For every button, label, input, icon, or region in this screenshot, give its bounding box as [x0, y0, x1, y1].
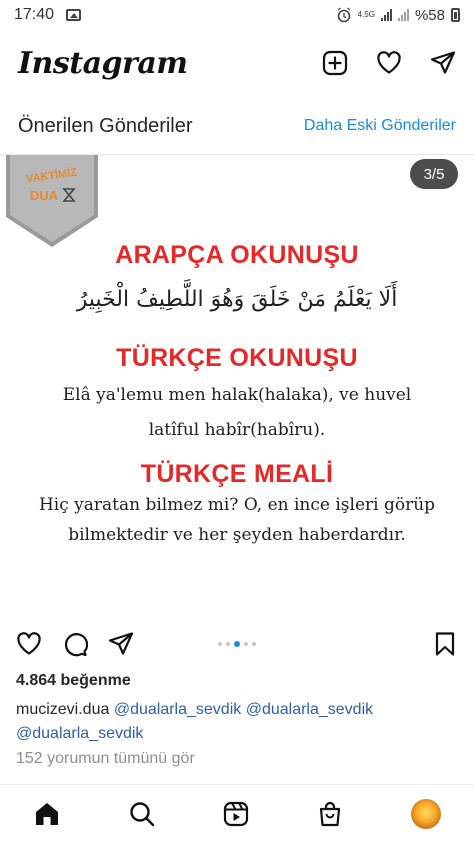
top-actions [322, 50, 456, 76]
post-actions [0, 622, 474, 666]
top-app-bar: Instagram [0, 36, 474, 90]
heading-meal: TÜRKÇE MEALİ [140, 460, 334, 488]
caption-mention[interactable]: @dualarla_sevdik [16, 725, 143, 742]
battery-icon [451, 8, 460, 22]
suggested-posts-header: Önerilen Gönderiler Daha Eski Gönderiler [0, 104, 474, 148]
carousel-dot-active [234, 641, 240, 647]
caption-mention[interactable]: @dualarla_sevdik [114, 701, 241, 718]
search-icon[interactable] [128, 800, 156, 828]
shop-icon[interactable] [316, 800, 344, 828]
meal-line-2: bilmektedir ve her şeyden haberdardır. [68, 525, 406, 545]
older-posts-link[interactable]: Daha Eski Gönderiler [304, 117, 456, 135]
carousel-dot [218, 642, 222, 646]
turkish-line-2: latîful habîr(habîru). [148, 420, 326, 440]
status-indicators: 4.5G %58 [336, 7, 460, 24]
carousel-counter: 3/5 [410, 159, 458, 189]
carousel-dot [226, 642, 230, 646]
network-type: 4.5G [357, 10, 375, 19]
signal-icon-2 [397, 9, 409, 21]
battery-percent: %58 [414, 6, 445, 24]
status-bar: 17:40 4.5G %58 [0, 0, 474, 30]
direct-message-icon[interactable] [430, 50, 456, 76]
heading-turkish: TÜRKÇE OKUNUŞU [116, 344, 358, 372]
vaktimiz-dua-logo: VAKTİMİZ DUA [6, 155, 98, 247]
status-time: 17:40 [14, 6, 55, 23]
arabic-text: أَلَا يَعْلَمُ مَنْ خَلَقَ وَهُوَ اللَّط… [76, 287, 398, 312]
save-icon[interactable] [432, 631, 458, 657]
caption-mention[interactable]: @dualarla_sevdik [246, 701, 373, 718]
comment-icon[interactable] [62, 631, 88, 657]
svg-text:DUA: DUA [30, 188, 59, 203]
profile-avatar[interactable] [410, 798, 441, 829]
gallery-icon [66, 9, 82, 21]
heading-arabic: ARAPÇA OKUNUŞU [115, 241, 359, 269]
post-actions-left [16, 631, 134, 657]
view-all-comments-link[interactable]: 152 yorumun tümünü gör [16, 750, 195, 768]
heart-icon[interactable] [376, 50, 402, 76]
like-icon[interactable] [16, 631, 42, 657]
instagram-logo[interactable]: Instagram [18, 46, 188, 81]
turkish-line-1: Elâ ya'lemu men halak(halaka), ve huvel [62, 385, 412, 405]
home-icon[interactable] [33, 800, 61, 828]
section-title: Önerilen Gönderiler [18, 114, 193, 137]
bottom-navigation [0, 784, 474, 842]
caption-username[interactable]: mucizevi.dua [16, 701, 109, 718]
signal-icon [380, 9, 392, 21]
likes-count[interactable]: 4.864 beğenme [16, 672, 131, 690]
carousel-dot [252, 642, 256, 646]
share-icon[interactable] [108, 631, 134, 657]
new-post-icon[interactable] [322, 50, 348, 76]
carousel-indicator [218, 641, 256, 647]
reels-icon[interactable] [222, 800, 250, 828]
alarm-icon [337, 7, 351, 23]
meal-line-1: Hiç yaratan bilmez mi? O, en ince işleri… [38, 495, 436, 515]
post-image[interactable]: VAKTİMİZ DUA 3/5 ARAPÇA OKUNUŞU أَلَا يَ… [0, 155, 474, 617]
post-caption: mucizevi.dua @dualarla_sevdik @dualarla_… [16, 698, 456, 746]
carousel-dot [244, 642, 248, 646]
